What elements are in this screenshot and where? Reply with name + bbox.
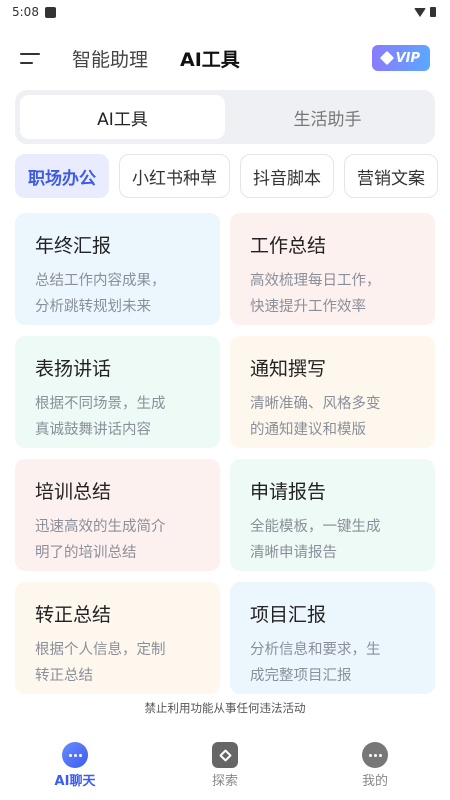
status-bar: 5:08 [0, 0, 450, 24]
battery-icon [430, 7, 436, 17]
status-right [414, 7, 436, 17]
card-title: 项目汇报 [250, 604, 327, 626]
card-work-summary[interactable]: 工作总结 高效梳理每日工作， 快速提升工作效率 [230, 213, 435, 325]
card-desc-line: 快速提升工作效率 [250, 299, 366, 315]
notification-icon [44, 6, 56, 18]
segmented-control: AI工具 生活助手 [15, 90, 435, 144]
nav-label: 我的 [361, 774, 388, 789]
card-year-end-report[interactable]: 年终汇报 总结工作内容成果， 分析跳转规划未来 [15, 213, 220, 325]
card-title: 工作总结 [250, 235, 327, 257]
card-desc-line: 真诚鼓舞讲话内容 [35, 422, 151, 438]
bottom-nav: AI聊天 探索 我的 [0, 742, 450, 800]
card-application-report[interactable]: 申请报告 全能模板，一键生成 清晰申请报告 [230, 459, 435, 571]
nav-label: AI聊天 [54, 774, 96, 789]
chip-marketing-copy[interactable]: 营销文案 [344, 154, 438, 198]
card-title: 申请报告 [250, 481, 327, 503]
card-desc-line: 分析跳转规划未来 [35, 299, 151, 315]
menu-icon[interactable] [20, 51, 42, 65]
nav-label: 探索 [211, 774, 238, 789]
profile-icon [362, 742, 388, 768]
card-title: 表扬讲话 [35, 358, 112, 380]
status-left: 5:08 [12, 5, 56, 19]
header-tab-ai-tools[interactable]: AI工具 [180, 45, 240, 72]
card-title: 通知撰写 [250, 358, 327, 380]
card-desc-line: 全能模板，一键生成 [250, 519, 381, 535]
segment-ai-tools[interactable]: AI工具 [20, 95, 225, 139]
wifi-icon [414, 7, 426, 17]
card-praise-speech[interactable]: 表扬讲话 根据不同场景，生成 真诚鼓舞讲话内容 [15, 336, 220, 448]
card-desc-line: 转正总结 [35, 668, 93, 684]
card-notice-writing[interactable]: 通知撰写 清晰准确、风格多变 的通知建议和模版 [230, 336, 435, 448]
nav-mine[interactable]: 我的 [335, 742, 415, 800]
card-desc-line: 清晰申请报告 [250, 545, 337, 561]
chip-office[interactable]: 职场办公 [15, 154, 109, 198]
nav-discover[interactable]: 探索 [185, 742, 265, 800]
vip-button[interactable]: VIP [371, 45, 430, 71]
card-desc-line: 总结工作内容成果， [35, 273, 166, 289]
vip-label: VIP [395, 50, 420, 66]
card-title: 年终汇报 [35, 235, 112, 257]
card-desc-line: 清晰准确、风格多变 [250, 396, 381, 412]
card-desc-line: 迅速高效的生成简介 [35, 519, 166, 535]
card-desc-line: 成完整项目汇报 [250, 668, 352, 684]
card-probation-summary[interactable]: 转正总结 根据个人信息，定制 转正总结 [15, 582, 220, 694]
card-title: 转正总结 [35, 604, 112, 626]
chip-douyin-script[interactable]: 抖音脚本 [240, 154, 334, 198]
diamond-icon [379, 50, 394, 66]
category-chips: 职场办公 小红书种草 抖音脚本 营销文案 [15, 154, 450, 200]
tool-card-grid: 年终汇报 总结工作内容成果， 分析跳转规划未来 工作总结 高效梳理每日工作， 快… [15, 213, 435, 694]
chat-bubble-icon [62, 742, 88, 768]
card-desc-line: 明了的培训总结 [35, 545, 137, 561]
card-project-report[interactable]: 项目汇报 分析信息和要求，生 成完整项目汇报 [230, 582, 435, 694]
legal-notice: 禁止利用功能从事任何违法活动 [144, 701, 306, 715]
card-desc-line: 根据不同场景，生成 [35, 396, 166, 412]
card-desc-line: 的通知建议和模版 [250, 422, 366, 438]
chip-xiaohongshu[interactable]: 小红书种草 [119, 154, 230, 198]
card-desc-line: 高效梳理每日工作， [250, 273, 381, 289]
card-title: 培训总结 [35, 481, 112, 503]
segment-life-assistant[interactable]: 生活助手 [225, 95, 430, 139]
header: 智能助理 AI工具 VIP [0, 38, 450, 78]
compass-icon [212, 742, 238, 768]
card-desc-line: 根据个人信息，定制 [35, 642, 166, 658]
card-desc-line: 分析信息和要求，生 [250, 642, 381, 658]
header-tab-assistant[interactable]: 智能助理 [72, 45, 148, 72]
nav-ai-chat[interactable]: AI聊天 [35, 742, 115, 800]
card-training-summary[interactable]: 培训总结 迅速高效的生成简介 明了的培训总结 [15, 459, 220, 571]
status-time: 5:08 [12, 5, 39, 19]
